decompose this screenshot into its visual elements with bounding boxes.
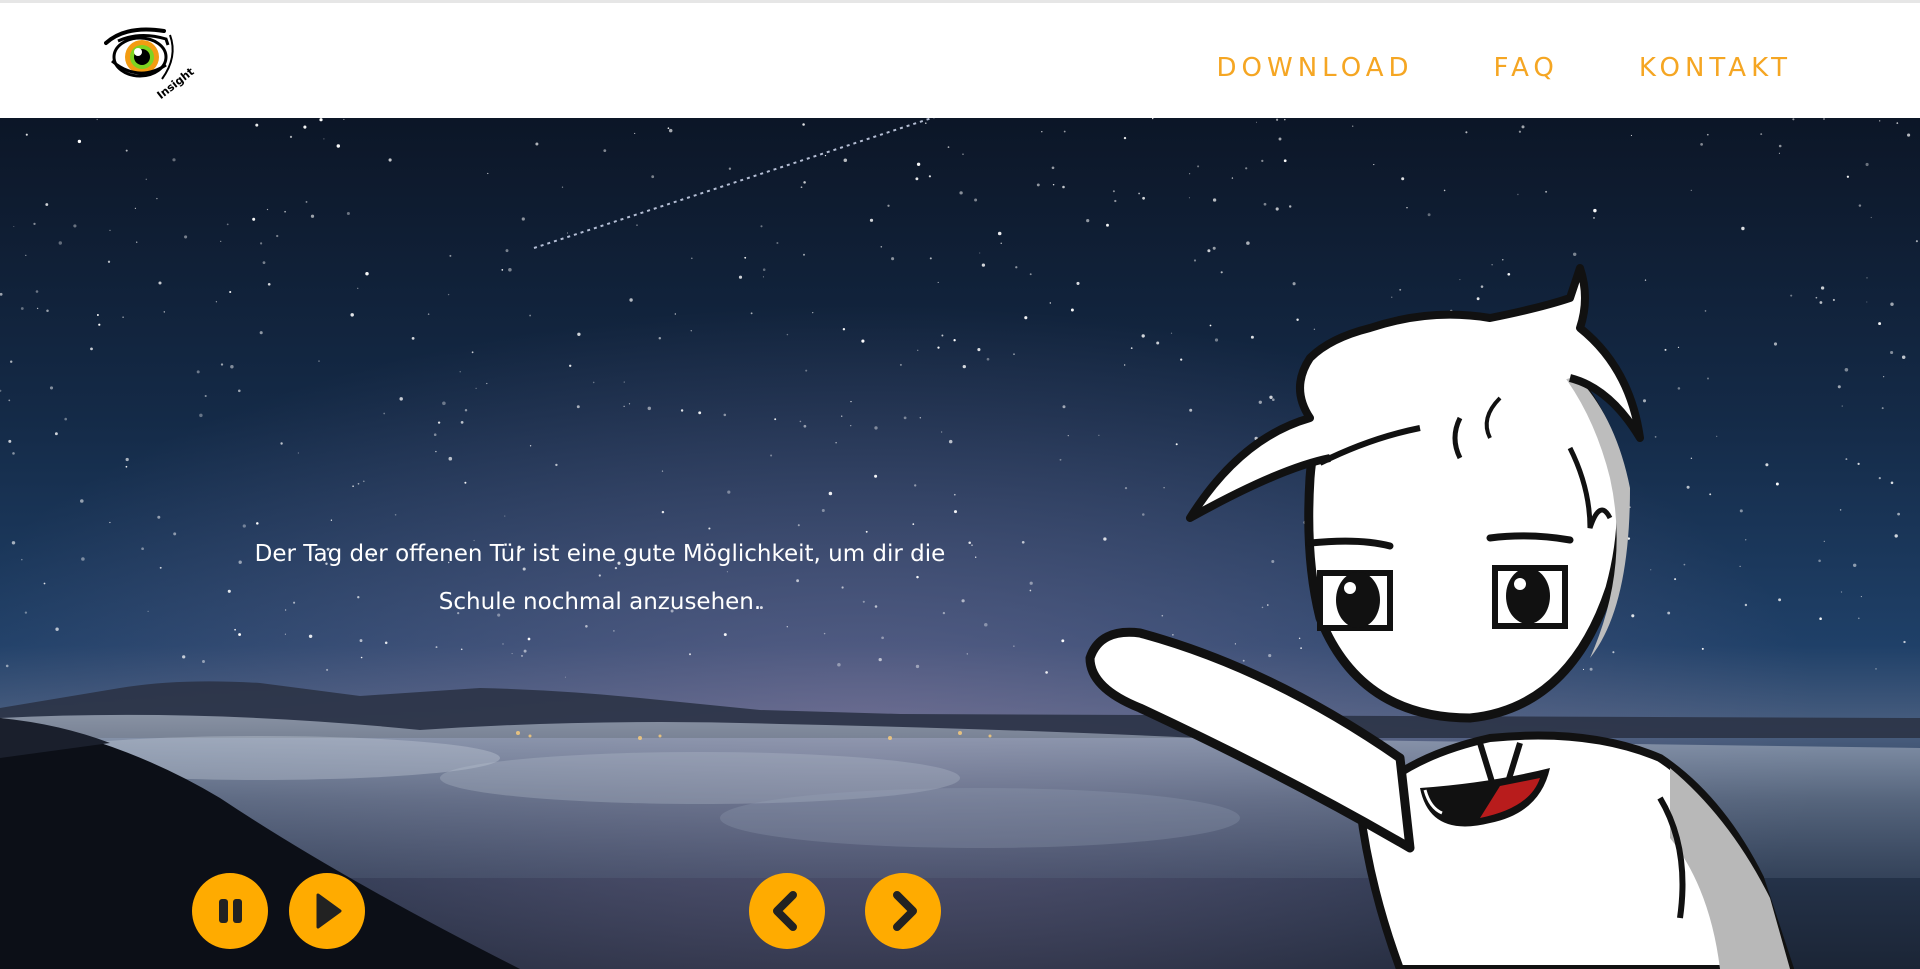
prev-slide-button[interactable] — [749, 873, 825, 949]
hero-caption-line-1: Der Tag der offenen Tür ist eine gute Mö… — [254, 541, 946, 567]
nav-download[interactable]: DOWNLOAD — [1217, 53, 1414, 83]
page: Insight DOWNLOAD FAQ KONTAKT Der Tag der… — [0, 0, 1920, 969]
pause-button[interactable] — [192, 873, 268, 949]
site-header: Insight DOWNLOAD FAQ KONTAKT — [0, 0, 1920, 118]
mascot-character — [1085, 264, 1795, 969]
pause-icon — [219, 899, 242, 923]
next-slide-button[interactable] — [865, 873, 941, 949]
play-button[interactable] — [289, 873, 365, 949]
logo[interactable]: Insight — [104, 27, 197, 102]
chevron-right-icon — [893, 891, 917, 931]
nav-faq[interactable]: FAQ — [1494, 53, 1559, 83]
hero-caption: Der Tag der offenen Tür ist eine gute Mö… — [240, 530, 960, 626]
chevron-left-icon — [773, 891, 797, 931]
hero-caption-line-2: Schule nochmal anzusehen. — [438, 589, 762, 615]
main-nav: DOWNLOAD FAQ KONTAKT — [1217, 53, 1793, 83]
hero-slider: Der Tag der offenen Tür ist eine gute Mö… — [0, 118, 1920, 969]
play-icon — [316, 893, 342, 929]
nav-kontakt[interactable]: KONTAKT — [1639, 53, 1792, 83]
